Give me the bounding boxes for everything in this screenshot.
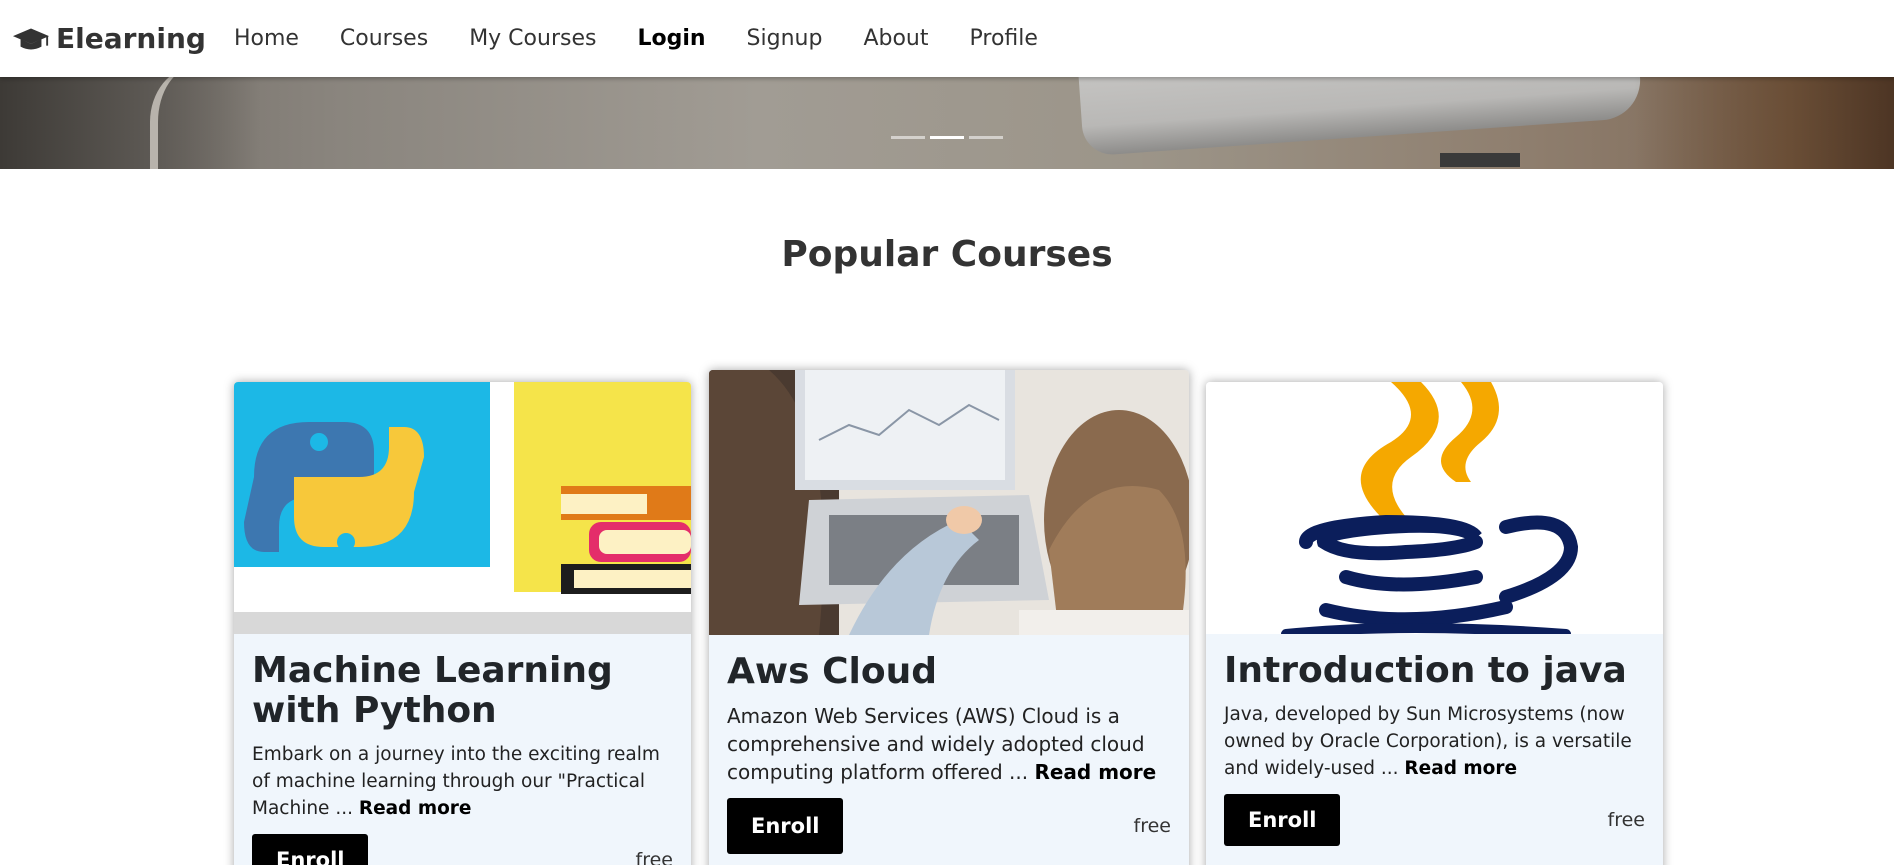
- python-course-image: [234, 382, 691, 634]
- card-footer: Enroll free: [1224, 794, 1645, 846]
- nav-link-courses[interactable]: Courses: [340, 26, 428, 51]
- hero-wood-table: [1634, 77, 1894, 169]
- course-description: Amazon Web Services (AWS) Cloud is a com…: [727, 702, 1171, 786]
- course-card: Introduction to java Java, developed by …: [1206, 382, 1663, 865]
- carousel-indicator-2[interactable]: [930, 136, 964, 139]
- nav-link-home[interactable]: Home: [234, 26, 299, 51]
- card-body: Introduction to java Java, developed by …: [1206, 634, 1663, 846]
- nav-link-login[interactable]: Login: [637, 26, 705, 51]
- course-description: Java, developed by Sun Microsystems (now…: [1224, 701, 1645, 782]
- nav-links: Home Courses My Courses Login Signup Abo…: [234, 26, 1079, 51]
- hero-background-object: [150, 77, 240, 169]
- hero-laptop-image: [1077, 77, 1643, 157]
- enroll-button[interactable]: Enroll: [727, 798, 844, 854]
- read-more-link[interactable]: Read more: [1034, 760, 1156, 784]
- graduation-cap-icon: [12, 28, 50, 49]
- course-price: free: [1133, 815, 1171, 837]
- read-more-link[interactable]: Read more: [1404, 758, 1517, 779]
- nav-link-about[interactable]: About: [863, 26, 928, 51]
- course-card: Aws Cloud Amazon Web Services (AWS) Clou…: [709, 370, 1189, 865]
- brand-name: Elearning: [56, 22, 206, 55]
- aws-course-image: [709, 370, 1189, 635]
- card-body: Aws Cloud Amazon Web Services (AWS) Clou…: [709, 635, 1189, 854]
- java-course-image: [1206, 382, 1663, 634]
- nav-link-my-courses[interactable]: My Courses: [469, 26, 596, 51]
- card-footer: Enroll free: [252, 834, 673, 865]
- card-body: Machine Learning with Python Embark on a…: [234, 634, 691, 865]
- hero-laptop-keys: [1440, 153, 1520, 167]
- course-description: Embark on a journey into the exciting re…: [252, 741, 673, 822]
- section-title: Popular Courses: [781, 234, 1113, 275]
- carousel-indicator-1[interactable]: [891, 136, 925, 139]
- read-more-link[interactable]: Read more: [359, 798, 472, 819]
- brand-link[interactable]: Elearning: [12, 22, 206, 55]
- carousel-indicator-3[interactable]: [969, 136, 1003, 139]
- course-card: Machine Learning with Python Embark on a…: [234, 382, 691, 865]
- nav-link-signup[interactable]: Signup: [747, 26, 823, 51]
- enroll-button[interactable]: Enroll: [1224, 794, 1341, 846]
- navbar: Elearning Home Courses My Courses Login …: [0, 0, 1894, 77]
- course-title: Aws Cloud: [727, 651, 937, 692]
- course-title: Introduction to java: [1224, 650, 1627, 691]
- course-title: Machine Learning with Python: [252, 650, 613, 731]
- course-price: free: [635, 849, 673, 865]
- carousel-indicators: [891, 136, 1003, 139]
- card-footer: Enroll free: [727, 798, 1171, 854]
- enroll-button[interactable]: Enroll: [252, 834, 369, 865]
- hero-carousel: [0, 77, 1894, 169]
- course-price: free: [1607, 809, 1645, 831]
- nav-link-profile[interactable]: Profile: [970, 26, 1038, 51]
